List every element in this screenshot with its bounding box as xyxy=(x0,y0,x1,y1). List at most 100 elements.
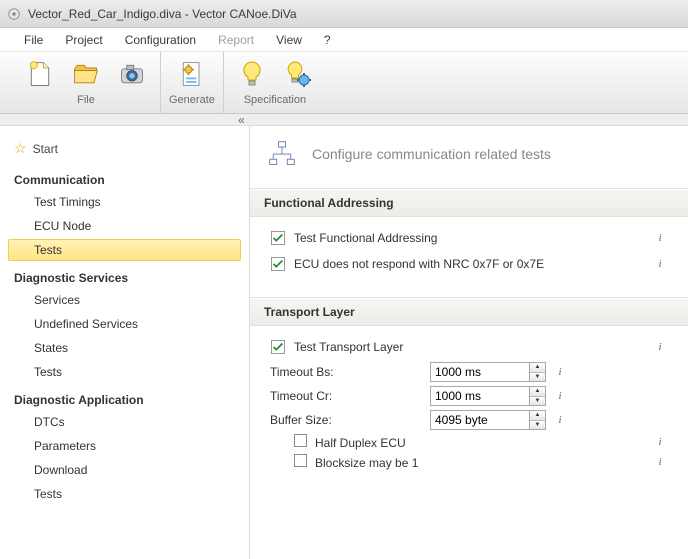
app-icon xyxy=(6,6,22,22)
row-blocksize: Blocksize may be 1 i xyxy=(270,454,668,470)
collapse-chevron-icon[interactable]: « xyxy=(238,114,245,126)
sidebar-section-communication: Communication xyxy=(0,165,249,189)
spinner-arrows[interactable]: ▲▼ xyxy=(530,362,546,382)
topology-icon xyxy=(266,138,298,170)
row-timeout-bs: Timeout Bs: ▲▼ i xyxy=(270,362,668,382)
arrow-down-icon[interactable]: ▼ xyxy=(530,421,545,430)
sidebar-item-tests-comm[interactable]: Tests xyxy=(8,239,241,261)
info-icon[interactable]: i xyxy=(552,364,568,380)
arrow-up-icon[interactable]: ▲ xyxy=(530,387,545,397)
info-icon[interactable]: i xyxy=(652,256,668,272)
check-icon[interactable] xyxy=(270,256,286,272)
section-functional-addressing: Functional Addressing Test Functional Ad… xyxy=(250,188,688,297)
row-timeout-cr: Timeout Cr: ▲▼ i xyxy=(270,386,668,406)
sidebar-item-services[interactable]: Services xyxy=(8,289,241,311)
section-transport-layer: Transport Layer Test Transport Layer i T… xyxy=(250,297,688,492)
window-title: Vector_Red_Car_Indigo.diva - Vector CANo… xyxy=(28,7,297,21)
sidebar-item-undefined-services[interactable]: Undefined Services xyxy=(8,313,241,335)
new-file-icon xyxy=(24,58,56,90)
input-timeout-cr[interactable]: ▲▼ xyxy=(430,386,546,406)
menu-view[interactable]: View xyxy=(266,30,312,50)
input-timeout-bs[interactable]: ▲▼ xyxy=(430,362,546,382)
sidebar-item-download[interactable]: Download xyxy=(8,459,241,481)
ribbon-file-label: File xyxy=(77,94,95,106)
info-icon[interactable]: i xyxy=(552,388,568,404)
arrow-up-icon[interactable]: ▲ xyxy=(530,411,545,421)
label-test-transport: Test Transport Layer xyxy=(294,340,646,354)
info-icon[interactable]: i xyxy=(652,339,668,355)
gear-document-icon xyxy=(176,58,208,90)
menu-project[interactable]: Project xyxy=(55,30,112,50)
sidebar-item-dtcs[interactable]: DTCs xyxy=(8,411,241,433)
label-half-duplex: Half Duplex ECU xyxy=(315,436,406,450)
menu-configuration[interactable]: Configuration xyxy=(115,30,206,50)
folder-open-icon xyxy=(70,58,102,90)
menu-help[interactable]: ? xyxy=(314,30,341,50)
sidebar-item-parameters[interactable]: Parameters xyxy=(8,435,241,457)
arrow-up-icon[interactable]: ▲ xyxy=(530,363,545,373)
check-icon[interactable] xyxy=(270,230,286,246)
sidebar-item-tests-app[interactable]: Tests xyxy=(8,483,241,505)
sidebar-item-test-timings[interactable]: Test Timings xyxy=(8,191,241,213)
spinner-arrows[interactable]: ▲▼ xyxy=(530,410,546,430)
half-duplex-wrap: Half Duplex ECU xyxy=(270,434,430,450)
ribbon-group-generate: Generate xyxy=(161,52,224,113)
ribbon-generate-label: Generate xyxy=(169,94,215,106)
menu-file[interactable]: File xyxy=(14,30,53,50)
label-functional-addressing: Test Functional Addressing xyxy=(294,231,646,245)
blocksize-wrap: Blocksize may be 1 xyxy=(270,454,430,470)
ribbon-group-file: File xyxy=(12,52,161,113)
sidebar: ☆ Start Communication Test Timings ECU N… xyxy=(0,126,250,559)
menubar: File Project Configuration Report View ? xyxy=(0,28,688,52)
titlebar: Vector_Red_Car_Indigo.diva - Vector CANo… xyxy=(0,0,688,28)
ribbon-file-buttons xyxy=(20,56,152,92)
preview-file-button[interactable] xyxy=(112,56,152,92)
row-buffer-size: Buffer Size: ▲▼ i xyxy=(270,410,668,430)
open-file-button[interactable] xyxy=(66,56,106,92)
spinner-arrows[interactable]: ▲▼ xyxy=(530,386,546,406)
label-timeout-cr: Timeout Cr: xyxy=(270,389,430,403)
info-icon[interactable]: i xyxy=(552,412,568,428)
sidebar-start-label: Start xyxy=(33,142,58,156)
blocksize-checkbox[interactable] xyxy=(294,454,307,467)
check-icon[interactable] xyxy=(270,339,286,355)
new-file-button[interactable] xyxy=(20,56,60,92)
spec-bulb-button[interactable] xyxy=(232,56,272,92)
page-title: Configure communication related tests xyxy=(312,146,551,162)
buffer-size-field[interactable] xyxy=(430,410,530,430)
label-blocksize: Blocksize may be 1 xyxy=(315,456,418,470)
generate-button[interactable] xyxy=(172,56,212,92)
sidebar-item-states[interactable]: States xyxy=(8,337,241,359)
input-buffer-size[interactable]: ▲▼ xyxy=(430,410,546,430)
camera-icon xyxy=(116,58,148,90)
info-icon[interactable]: i xyxy=(652,454,668,470)
sidebar-start[interactable]: ☆ Start xyxy=(0,136,249,165)
ribbon-specification-label: Specification xyxy=(244,94,306,106)
spec-bulb-gear-button[interactable] xyxy=(278,56,318,92)
sidebar-section-diagnostic-application: Diagnostic Application xyxy=(0,385,249,409)
bulb-gear-icon xyxy=(282,58,314,90)
label-buffer-size: Buffer Size: xyxy=(270,413,430,427)
sidebar-item-ecu-node[interactable]: ECU Node xyxy=(8,215,241,237)
menu-report[interactable]: Report xyxy=(208,30,264,50)
sidebar-collapse-bar: « xyxy=(0,114,688,126)
label-timeout-bs: Timeout Bs: xyxy=(270,365,430,379)
label-nrc: ECU does not respond with NRC 0x7F or 0x… xyxy=(294,257,646,271)
sidebar-item-tests-serv[interactable]: Tests xyxy=(8,361,241,383)
arrow-down-icon[interactable]: ▼ xyxy=(530,397,545,406)
content-area: Configure communication related tests Fu… xyxy=(250,126,688,559)
arrow-down-icon[interactable]: ▼ xyxy=(530,373,545,382)
bulb-icon xyxy=(236,58,268,90)
ribbon: File Generate xyxy=(0,52,688,114)
row-nrc: ECU does not respond with NRC 0x7F or 0x… xyxy=(270,253,668,275)
row-half-duplex: Half Duplex ECU i xyxy=(270,434,668,450)
info-icon[interactable]: i xyxy=(652,434,668,450)
half-duplex-checkbox[interactable] xyxy=(294,434,307,447)
timeout-cr-field[interactable] xyxy=(430,386,530,406)
window: Vector_Red_Car_Indigo.diva - Vector CANo… xyxy=(0,0,688,559)
timeout-bs-field[interactable] xyxy=(430,362,530,382)
section-title-transport: Transport Layer xyxy=(250,298,688,326)
ribbon-group-specification: Specification xyxy=(224,52,326,113)
info-icon[interactable]: i xyxy=(652,230,668,246)
section-title-functional: Functional Addressing xyxy=(250,189,688,217)
